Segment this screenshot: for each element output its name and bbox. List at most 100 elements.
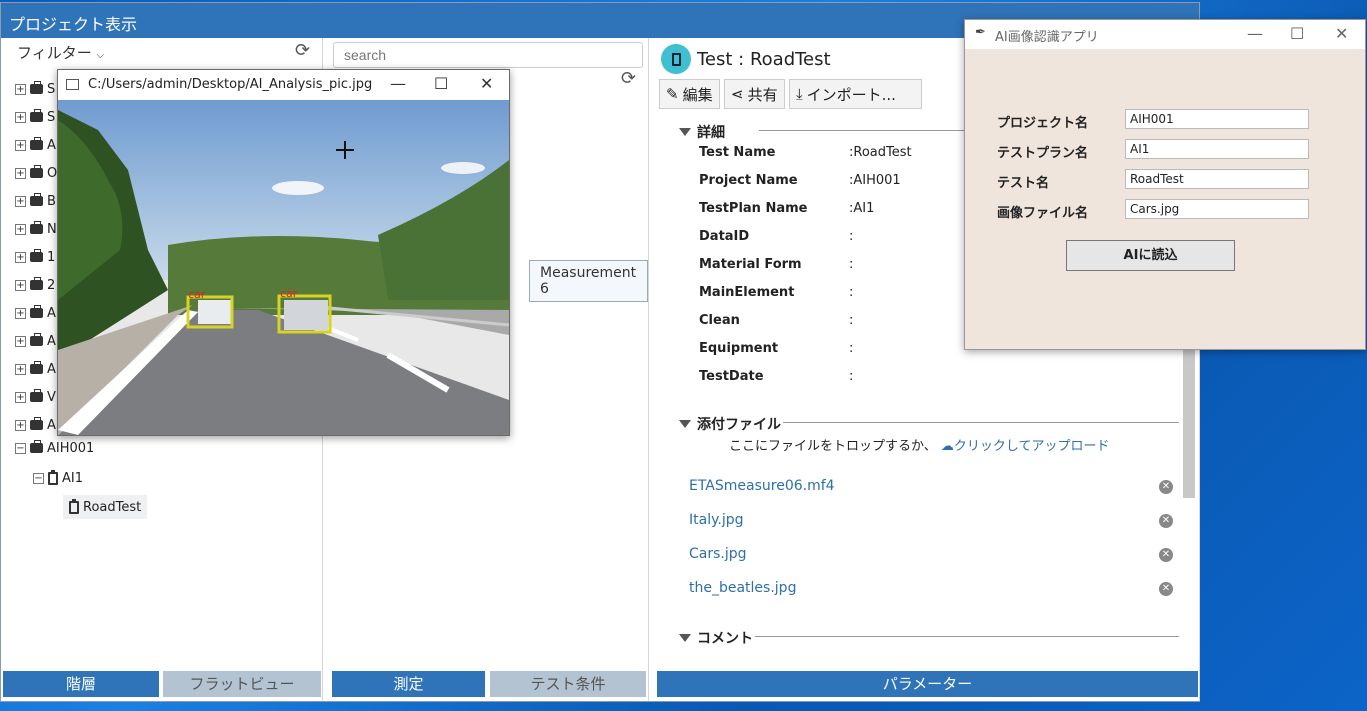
share-icon: ⋖ xyxy=(731,85,744,103)
tree-item[interactable]: + N xyxy=(15,219,57,239)
test-header: Test : RoadTest xyxy=(661,44,831,74)
attachments-section-toggle[interactable]: 添付ファイル xyxy=(679,414,781,434)
attachment-link[interactable]: ETASmeasure06.mf4 xyxy=(689,478,835,494)
expand-icon[interactable]: + xyxy=(15,307,26,319)
ai-field-input[interactable]: Cars.jpg xyxy=(1125,199,1309,219)
search-input[interactable] xyxy=(333,42,643,68)
remove-file-icon[interactable]: ✕ xyxy=(1159,514,1173,528)
expand-icon[interactable]: + xyxy=(15,419,26,431)
drop-zone[interactable]: ここにファイルをトロップするか、 ☁クリックしてアップロード xyxy=(729,435,1110,454)
attachment-link[interactable]: the_beatles.jpg xyxy=(689,580,796,596)
tab-test-conditions[interactable]: テスト条件 xyxy=(490,671,646,697)
tab-measurement[interactable]: 測定 xyxy=(332,671,485,697)
remove-file-icon[interactable]: ✕ xyxy=(1159,548,1173,562)
tree-item[interactable]: + S xyxy=(15,79,55,99)
ai-field-input[interactable]: AIH001 xyxy=(1125,109,1309,129)
tab-parameters[interactable]: パラメーター xyxy=(657,671,1198,697)
field-key: Project Name xyxy=(699,173,798,188)
image-viewer-titlebar[interactable]: C:/Users/admin/Desktop/AI_Analysis_pic.j… xyxy=(58,70,509,100)
comment-section-toggle[interactable]: コメント xyxy=(679,628,753,648)
ai-field-label: プロジェクト名 xyxy=(997,116,1089,131)
tree-item-label: N xyxy=(47,221,57,237)
app-title: プロジェクト表示 xyxy=(9,15,138,34)
tree-item-ai1[interactable]: − AI1 xyxy=(33,468,83,488)
tree-item[interactable]: + A xyxy=(15,331,56,351)
collapse-icon[interactable]: − xyxy=(15,442,26,454)
import-button[interactable]: ⤓ インポート... xyxy=(789,79,922,109)
expand-icon[interactable]: + xyxy=(15,223,26,235)
tree-item-label: A xyxy=(47,137,56,153)
tree-item-label: A xyxy=(47,333,56,349)
tree-item-label: A xyxy=(47,361,56,377)
edit-button[interactable]: ✎ 編集 xyxy=(659,79,720,109)
ai-recognition-window: ✒ AI画像認識アプリ — ☐ ✕ プロジェクト名 AIH001 テストプラン名 AI… xyxy=(964,19,1366,350)
field-key: DataID xyxy=(699,229,750,244)
chevron-down-icon: ⌵ xyxy=(96,50,105,61)
minimize-icon[interactable]: — xyxy=(390,74,406,93)
ai-field-input[interactable]: RoadTest xyxy=(1125,169,1309,189)
expand-icon[interactable]: + xyxy=(15,139,26,151)
ai-window-titlebar[interactable]: ✒ AI画像認識アプリ — ☐ ✕ xyxy=(965,20,1365,49)
tree-item[interactable]: + A xyxy=(15,303,56,323)
image-icon xyxy=(66,79,79,90)
briefcase-icon xyxy=(30,361,43,374)
tree-item[interactable]: + A xyxy=(15,359,56,379)
expand-icon[interactable]: + xyxy=(15,363,26,375)
expand-icon[interactable]: + xyxy=(15,279,26,291)
test-title: Test : RoadTest xyxy=(697,48,831,70)
import-icon: ⤓ xyxy=(796,85,803,103)
expand-icon[interactable]: + xyxy=(15,167,26,179)
tree-item[interactable]: + S xyxy=(15,107,55,127)
tab-label: フラットビュー xyxy=(189,675,295,693)
field-value: : xyxy=(849,341,854,356)
section-title: 添付ファイル xyxy=(697,417,781,433)
attachment-link[interactable]: Italy.jpg xyxy=(689,512,744,528)
refresh-icon[interactable]: ⟳ xyxy=(621,68,636,89)
tree-item[interactable]: + O xyxy=(15,163,57,183)
tree-item[interactable]: +2 xyxy=(15,275,55,295)
maximize-icon[interactable]: ☐ xyxy=(1290,24,1304,43)
filter-dropdown[interactable]: フィルター ⌵ xyxy=(17,42,104,63)
close-icon[interactable]: ✕ xyxy=(1335,24,1348,43)
close-icon[interactable]: ✕ xyxy=(480,74,493,93)
tree-item[interactable]: + A xyxy=(15,415,56,435)
attachment-link[interactable]: Cars.jpg xyxy=(689,546,747,562)
share-button[interactable]: ⋖ 共有 xyxy=(724,79,785,109)
details-section-toggle[interactable]: 詳細 xyxy=(679,122,725,142)
refresh-icon[interactable]: ⟳ xyxy=(295,40,310,61)
expand-icon[interactable]: + xyxy=(15,335,26,347)
expand-icon[interactable]: + xyxy=(15,83,26,95)
expand-icon[interactable]: + xyxy=(15,251,26,263)
tree-item[interactable]: +1 xyxy=(15,247,55,267)
expand-icon[interactable]: + xyxy=(15,195,26,207)
tab-flat-view[interactable]: フラットビュー xyxy=(163,671,321,697)
tab-hierarchy[interactable]: 階層 xyxy=(3,671,159,697)
maximize-icon[interactable]: ☐ xyxy=(434,74,448,93)
collapse-icon[interactable]: − xyxy=(33,472,44,484)
feather-icon: ✒ xyxy=(975,25,986,40)
briefcase-icon xyxy=(30,137,43,150)
briefcase-icon xyxy=(30,193,43,206)
briefcase-icon xyxy=(30,249,43,262)
triangle-down-icon xyxy=(679,128,691,136)
ai-field-input[interactable]: AI1 xyxy=(1125,139,1309,159)
field-value: : xyxy=(849,285,854,300)
tree-item-label: 2 xyxy=(47,277,56,293)
upload-link[interactable]: クリックしてアップロード xyxy=(954,439,1110,454)
tree-item[interactable]: + V xyxy=(15,387,56,407)
tree-item[interactable]: + B xyxy=(15,191,56,211)
tree-item[interactable]: + A xyxy=(15,135,56,155)
section-title: コメント xyxy=(697,631,753,647)
expand-icon[interactable]: + xyxy=(15,111,26,123)
load-to-ai-button[interactable]: AIに読込 xyxy=(1066,240,1235,271)
tree-item-aih001[interactable]: − AIH001 xyxy=(15,438,94,458)
tree-item-roadtest[interactable]: RoadTest xyxy=(63,495,148,519)
minimize-icon[interactable]: — xyxy=(1247,24,1263,43)
tree-item-label: 1 xyxy=(47,249,56,265)
remove-file-icon[interactable]: ✕ xyxy=(1159,480,1173,494)
cloud-upload-icon: ☁ xyxy=(940,439,954,454)
expand-icon[interactable]: + xyxy=(15,391,26,403)
tab-label: 測定 xyxy=(393,675,424,693)
briefcase-icon xyxy=(30,333,43,346)
remove-file-icon[interactable]: ✕ xyxy=(1159,582,1173,596)
